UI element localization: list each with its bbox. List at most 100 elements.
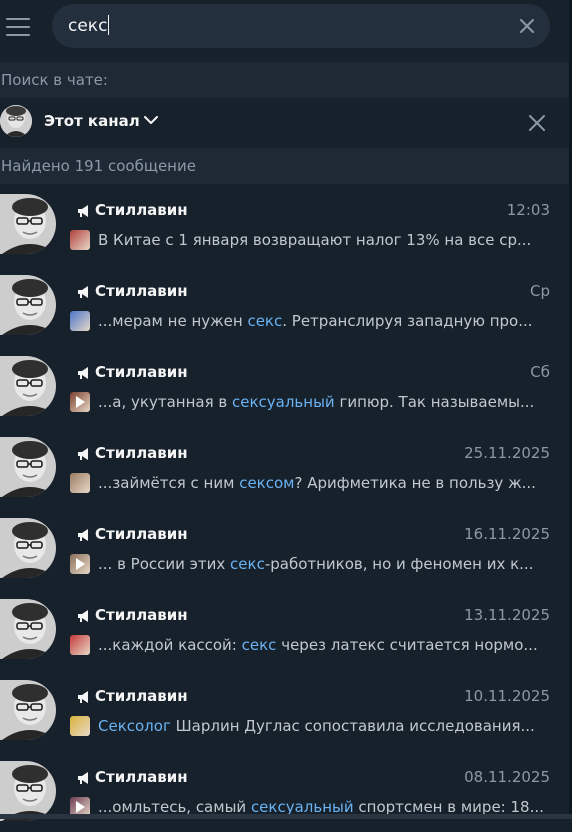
result-title: Стиллавин (76, 605, 188, 625)
result-title: Стиллавин (76, 686, 188, 706)
avatar (0, 275, 56, 335)
snippet-match: секс (230, 555, 265, 573)
result-title: Стиллавин (76, 281, 188, 301)
result-snippet: Сексолог Шарлин Дуглас сопоставила иссле… (70, 715, 552, 737)
snippet-prefix: ... в России этих (98, 555, 231, 573)
search-result-item[interactable]: Стиллавин 10.11.2025 Сексолог Шарлин Дугла… (0, 670, 569, 751)
megaphone-icon (76, 446, 92, 460)
channel-name[interactable]: Этот канал (44, 112, 140, 130)
snippet-suffix: гипюр. Так называемы... (334, 393, 535, 411)
megaphone-icon (76, 203, 92, 217)
avatar (0, 599, 56, 659)
snippet-suffix: через латекс считается нормо... (276, 636, 538, 654)
search-in-chat-label: Поиск в чате: (0, 62, 569, 98)
result-channel-name: Стиллавин (95, 201, 188, 219)
result-channel-name: Стиллавин (95, 525, 188, 543)
result-date: Ср (530, 282, 550, 300)
search-result-item[interactable]: Стиллавин Сб ...а, укутанная в сексуальный… (0, 346, 569, 427)
result-snippet: ...займётся с ним сексом? Арифметика не … (70, 472, 552, 494)
close-icon[interactable] (528, 114, 546, 132)
chevron-down-icon[interactable] (144, 115, 158, 125)
result-title: Стиллавин (76, 524, 188, 544)
snippet-prefix: ...займётся с ним (98, 474, 240, 492)
search-query: секс (68, 16, 108, 36)
top-bar: секс (0, 0, 572, 58)
megaphone-icon (76, 527, 92, 541)
search-result-item[interactable]: Стиллавин 25.11.2025 ...займётся с ним сек… (0, 427, 569, 508)
channel-filter[interactable]: Этот канал (0, 98, 569, 148)
avatar (0, 194, 56, 254)
snippet-suffix: ? Арифметика не в пользу ж... (294, 474, 536, 492)
result-title: Стиллавин (76, 443, 188, 463)
video-thumbnail (70, 554, 90, 574)
result-date: 12:03 (506, 201, 550, 219)
search-result-item[interactable]: Стиллавин 13.11.2025 ...каждой кассой: сек… (0, 589, 569, 670)
snippet-match: сексуальный (231, 393, 335, 411)
results-count-label: Найдено 191 сообщение (0, 148, 569, 184)
result-title: Стиллавин (76, 767, 188, 787)
snippet-match: Сексолог (98, 717, 171, 735)
result-date: 10.11.2025 (464, 687, 550, 705)
hamburger-menu-icon[interactable] (4, 16, 32, 38)
result-channel-name: Стиллавин (95, 687, 188, 705)
megaphone-icon (76, 770, 92, 784)
result-date: 08.11.2025 (464, 768, 550, 786)
snippet-text: ...каждой кассой: секс через латекс счит… (98, 636, 552, 654)
search-result-item[interactable]: Стиллавин 12:03 В Китае с 1 января возвращ… (0, 184, 569, 265)
avatar (0, 761, 56, 821)
snippet-match: сексом (239, 474, 295, 492)
snippet-match: секс (247, 312, 283, 330)
snippet-prefix: ...каждой кассой: (98, 636, 242, 654)
snippet-match: секс (241, 636, 277, 654)
search-result-item[interactable]: Стиллавин Ср ...мерам не нужен секс. Ретра… (0, 265, 569, 346)
result-title: Стиллавин (76, 200, 188, 220)
result-date: 13.11.2025 (464, 606, 550, 624)
play-icon (76, 801, 85, 813)
photo-thumbnail (70, 716, 90, 736)
result-date: Сб (530, 363, 550, 381)
result-channel-name: Стиллавин (95, 282, 188, 300)
video-thumbnail (70, 392, 90, 412)
avatar (0, 680, 56, 740)
result-title: Стиллавин (76, 362, 188, 382)
photo-thumbnail (70, 230, 90, 250)
snippet-text: ...мерам не нужен секс. Ретранслируя зап… (98, 312, 552, 330)
search-result-item[interactable]: Стиллавин 08.11.2025 ...омльтесь, самый се… (0, 751, 569, 832)
snippet-text: ... в России этих секс-работников, но и … (98, 555, 552, 573)
megaphone-icon (76, 284, 92, 298)
play-icon (76, 396, 85, 408)
result-snippet: ...каждой кассой: секс через латекс счит… (70, 634, 552, 656)
bottom-edge (0, 814, 572, 819)
search-result-item[interactable]: Стиллавин 16.11.2025 ... в России этих сек… (0, 508, 569, 589)
search-box[interactable]: секс (52, 4, 550, 48)
megaphone-icon (76, 608, 92, 622)
search-results-list: Стиллавин 12:03 В Китае с 1 января возвращ… (0, 184, 569, 821)
search-input[interactable]: секс (68, 15, 488, 37)
snippet-prefix: ...а, укутанная в (98, 393, 232, 411)
result-channel-name: Стиллавин (95, 444, 188, 462)
snippet-prefix: В Китае с 1 января возвращают налог 13% … (98, 231, 532, 249)
snippet-text: В Китае с 1 января возвращают налог 13% … (98, 231, 552, 249)
avatar (0, 356, 56, 416)
snippet-suffix: . Ретранслируя западную про... (282, 312, 533, 330)
result-date: 16.11.2025 (464, 525, 550, 543)
result-date: 25.11.2025 (464, 444, 550, 462)
result-snippet: В Китае с 1 января возвращают налог 13% … (70, 229, 552, 251)
result-snippet: ...а, укутанная в сексуальный гипюр. Так… (70, 391, 552, 413)
result-snippet: ...мерам не нужен секс. Ретранслируя зап… (70, 310, 552, 332)
avatar (0, 437, 56, 497)
play-icon (76, 558, 85, 570)
snippet-prefix: ...мерам не нужен (98, 312, 248, 330)
text-caret (108, 15, 110, 35)
result-channel-name: Стиллавин (95, 363, 188, 381)
close-icon[interactable] (518, 17, 536, 35)
photo-thumbnail (70, 473, 90, 493)
snippet-text: ...а, укутанная в сексуальный гипюр. Так… (98, 393, 552, 411)
snippet-suffix: Шарлин Дуглас сопоставила исследования..… (170, 717, 535, 735)
photo-thumbnail (70, 311, 90, 331)
photo-thumbnail (70, 635, 90, 655)
result-snippet: ... в России этих секс-работников, но и … (70, 553, 552, 575)
snippet-suffix: -работников, но и феномен их к... (264, 555, 534, 573)
megaphone-icon (76, 689, 92, 703)
snippet-text: Сексолог Шарлин Дуглас сопоставила иссле… (98, 717, 552, 735)
